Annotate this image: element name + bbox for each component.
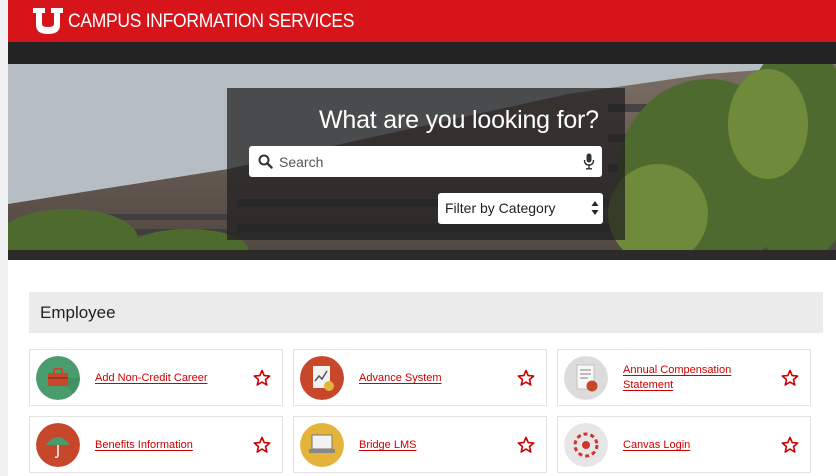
card-link[interactable]: Benefits Information xyxy=(95,438,193,453)
navigation-bar xyxy=(8,42,836,64)
statement-document-icon xyxy=(564,356,608,400)
search-heading: What are you looking for? xyxy=(319,106,599,134)
card-link[interactable]: Add Non-Credit Career xyxy=(95,371,208,386)
card-link[interactable]: Canvas Login xyxy=(623,438,690,453)
canvas-logo-icon xyxy=(564,423,608,467)
card-link[interactable]: Advance System xyxy=(359,371,442,386)
card-link[interactable]: Bridge LMS xyxy=(359,438,416,453)
select-arrows-icon xyxy=(591,201,599,215)
filter-by-category-select[interactable]: Filter by Category xyxy=(438,193,603,224)
search-icon xyxy=(258,154,273,169)
favorite-star-icon[interactable] xyxy=(781,436,799,454)
site-title[interactable]: CAMPUS INFORMATION SERVICES xyxy=(68,11,354,33)
card-advance-system[interactable]: Advance System xyxy=(293,349,547,406)
chart-document-icon xyxy=(300,356,344,400)
favorite-star-icon[interactable] xyxy=(781,369,799,387)
card-link-line-1[interactable]: Annual Compensation xyxy=(623,364,731,376)
umbrella-icon xyxy=(36,423,80,467)
section-title: Employee xyxy=(40,303,116,322)
university-u-logo-icon[interactable] xyxy=(32,7,64,35)
top-header-bar: CAMPUS INFORMATION SERVICES xyxy=(8,0,836,42)
section-header-employee: Employee xyxy=(29,292,823,333)
card-add-non-credit-career[interactable]: Add Non-Credit Career xyxy=(29,349,283,406)
card-link-line-2[interactable]: Statement xyxy=(623,379,673,391)
favorite-star-icon[interactable] xyxy=(253,369,271,387)
favorite-star-icon[interactable] xyxy=(517,436,535,454)
card-canvas-login[interactable]: Canvas Login xyxy=(557,416,811,473)
page-frame: CAMPUS INFORMATION SERVICES What are you… xyxy=(8,0,836,476)
microphone-icon[interactable] xyxy=(583,153,595,170)
card-benefits-information[interactable]: Benefits Information xyxy=(29,416,283,473)
search-box[interactable] xyxy=(249,146,602,177)
favorite-star-icon[interactable] xyxy=(517,369,535,387)
card-bridge-lms[interactable]: Bridge LMS xyxy=(293,416,547,473)
toolbox-icon xyxy=(36,356,80,400)
favorite-star-icon[interactable] xyxy=(253,436,271,454)
search-input[interactable] xyxy=(279,146,569,177)
lms-laptop-icon xyxy=(300,423,344,467)
card-link[interactable]: Annual Compensation Statement xyxy=(623,363,731,393)
card-annual-compensation-statement[interactable]: Annual Compensation Statement xyxy=(557,349,811,406)
filter-selected-label: Filter by Category xyxy=(445,200,556,216)
